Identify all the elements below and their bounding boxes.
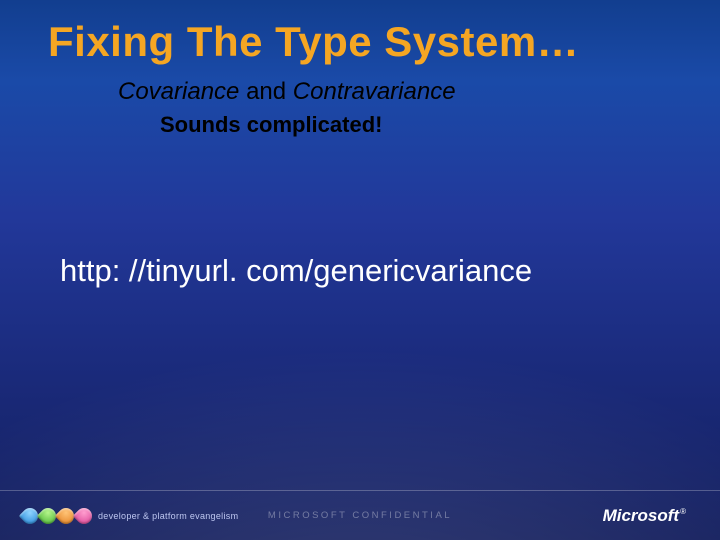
subtitle-term-covariance: Covariance (118, 78, 239, 105)
slide-title: Fixing The Type System… (48, 18, 672, 66)
reference-url: http: //tinyurl. com/genericvariance (60, 253, 672, 289)
confidential-label: MICROSOFT CONFIDENTIAL (268, 510, 452, 521)
subtitle-joiner: and (239, 78, 292, 105)
dpe-label: developer & platform evangelism (98, 511, 238, 521)
slide-tagline: Sounds complicated! (160, 112, 672, 138)
subtitle-term-contravariance: Contravariance (293, 78, 456, 105)
registered-mark: ® (680, 507, 686, 516)
dpe-icon-pink (73, 504, 96, 527)
footer-bar: developer & platform evangelism MICROSOF… (0, 490, 720, 540)
slide-subtitle: Covariance and Contravariance (118, 78, 672, 106)
microsoft-logo-text: Microsoft (603, 506, 680, 525)
slide: Fixing The Type System… Covariance and C… (0, 0, 720, 540)
dpe-icons (22, 508, 92, 524)
microsoft-logo: Microsoft® (603, 506, 686, 526)
